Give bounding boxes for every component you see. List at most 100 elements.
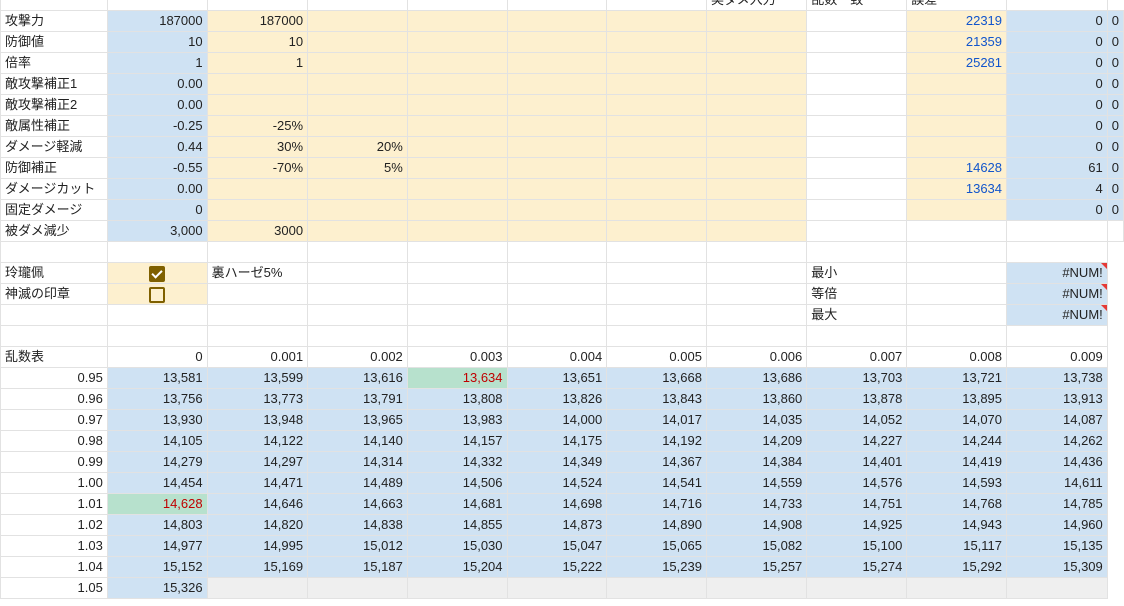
error-value[interactable]: 0 bbox=[1106, 178, 1124, 200]
rand-col-header[interactable]: 0.007 bbox=[806, 346, 908, 368]
empty-cell[interactable] bbox=[806, 220, 908, 242]
empty-cell[interactable] bbox=[806, 241, 908, 263]
rand-cell[interactable]: 15,047 bbox=[506, 535, 608, 557]
rand-cell[interactable]: 15,082 bbox=[705, 535, 808, 557]
rand-cell[interactable]: 13,616 bbox=[307, 367, 408, 389]
rand-cell[interactable]: 14,611 bbox=[1006, 472, 1108, 494]
empty-cell[interactable] bbox=[705, 262, 808, 284]
rand-col-header[interactable]: 0 bbox=[106, 346, 208, 368]
rand-cell[interactable]: 14,855 bbox=[406, 514, 508, 536]
param-label[interactable]: 攻撃力 bbox=[0, 10, 108, 32]
empty-cell[interactable] bbox=[506, 10, 608, 32]
empty-cell[interactable] bbox=[506, 178, 608, 200]
empty-cell[interactable] bbox=[307, 325, 408, 347]
param-input[interactable]: 187000 bbox=[206, 10, 309, 32]
rand-cell[interactable]: 14,506 bbox=[406, 472, 508, 494]
rand-cell[interactable]: 14,122 bbox=[206, 430, 309, 452]
empty-cell[interactable] bbox=[106, 325, 208, 347]
param-input-2[interactable] bbox=[307, 178, 408, 200]
option-checkbox-cell[interactable] bbox=[106, 283, 208, 305]
param-label[interactable]: 被ダメ減少 bbox=[0, 220, 108, 242]
rand-cell[interactable]: 13,843 bbox=[606, 388, 707, 410]
rand-cell[interactable]: 14,751 bbox=[806, 493, 908, 515]
rand-cell[interactable]: 14,977 bbox=[106, 535, 208, 557]
stat-label[interactable]: 最小 bbox=[806, 262, 908, 284]
rand-row-key[interactable]: 0.99 bbox=[0, 451, 108, 473]
param-input-2[interactable] bbox=[307, 199, 408, 221]
rand-col-header[interactable]: 0.009 bbox=[1006, 346, 1108, 368]
rand-cell[interactable] bbox=[506, 577, 608, 599]
rand-cell[interactable]: 13,703 bbox=[806, 367, 908, 389]
error-value[interactable]: 0 bbox=[1106, 199, 1124, 221]
param-value[interactable]: 0.00 bbox=[106, 94, 208, 116]
rand-cell[interactable]: 14,559 bbox=[705, 472, 808, 494]
empty-cell[interactable] bbox=[106, 241, 208, 263]
rand-cell[interactable]: 13,581 bbox=[106, 367, 208, 389]
empty-cell[interactable] bbox=[705, 304, 808, 326]
error-value[interactable]: 0 bbox=[1106, 73, 1124, 95]
rand-cell[interactable]: 14,087 bbox=[1006, 409, 1108, 431]
rand-col-header[interactable]: 0.008 bbox=[906, 346, 1008, 368]
rand-cell[interactable]: 14,209 bbox=[705, 430, 808, 452]
param-label[interactable]: 敵属性補正 bbox=[0, 115, 108, 137]
empty-cell[interactable] bbox=[406, 31, 508, 53]
empty-cell[interactable] bbox=[906, 262, 1008, 284]
header-real-damage[interactable]: 実ダメ入力 bbox=[705, 0, 808, 11]
rand-cell[interactable]: 14,593 bbox=[906, 472, 1008, 494]
rand-cell-highlighted[interactable]: 13,634 bbox=[406, 367, 508, 389]
rand-cell[interactable]: 13,878 bbox=[806, 388, 908, 410]
param-value[interactable]: 0.00 bbox=[106, 73, 208, 95]
param-label[interactable]: ダメージカット bbox=[0, 178, 108, 200]
rand-cell[interactable]: 14,803 bbox=[106, 514, 208, 536]
rand-cell[interactable]: 14,000 bbox=[506, 409, 608, 431]
rand-cell[interactable]: 13,895 bbox=[906, 388, 1008, 410]
stat-value[interactable]: #NUM! bbox=[1006, 262, 1108, 284]
empty-cell[interactable] bbox=[606, 52, 707, 74]
rand-cell[interactable]: 13,913 bbox=[1006, 388, 1108, 410]
header-rand-match[interactable]: 乱数一致 bbox=[806, 0, 908, 11]
empty-cell[interactable] bbox=[705, 157, 808, 179]
rand-match-value[interactable]: 0 bbox=[1006, 136, 1108, 158]
empty-cell[interactable] bbox=[406, 304, 508, 326]
empty-cell[interactable] bbox=[406, 178, 508, 200]
rand-cell[interactable]: 13,721 bbox=[906, 367, 1008, 389]
param-input[interactable] bbox=[206, 199, 309, 221]
param-input[interactable] bbox=[206, 178, 309, 200]
rand-cell[interactable]: 15,309 bbox=[1006, 556, 1108, 578]
empty-cell[interactable] bbox=[705, 94, 808, 116]
rand-cell[interactable]: 14,925 bbox=[806, 514, 908, 536]
empty-cell[interactable] bbox=[506, 157, 608, 179]
rand-match-value[interactable]: 0 bbox=[1006, 199, 1108, 221]
rand-cell[interactable]: 15,187 bbox=[307, 556, 408, 578]
empty-cell[interactable] bbox=[1006, 325, 1108, 347]
empty-cell[interactable] bbox=[606, 199, 707, 221]
empty-cell[interactable] bbox=[906, 283, 1008, 305]
rand-cell[interactable]: 14,244 bbox=[906, 430, 1008, 452]
rand-cell[interactable]: 14,890 bbox=[606, 514, 707, 536]
empty-cell[interactable] bbox=[506, 199, 608, 221]
rand-col-header[interactable]: 0.001 bbox=[206, 346, 309, 368]
real-damage-input[interactable] bbox=[906, 136, 1008, 158]
rand-cell[interactable]: 14,349 bbox=[506, 451, 608, 473]
empty-cell[interactable] bbox=[406, 283, 508, 305]
rand-cell[interactable] bbox=[1006, 577, 1108, 599]
rand-cell[interactable]: 14,541 bbox=[606, 472, 707, 494]
empty-cell[interactable] bbox=[506, 262, 608, 284]
param-value[interactable]: -0.25 bbox=[106, 115, 208, 137]
empty-cell[interactable] bbox=[705, 199, 808, 221]
empty-cell[interactable] bbox=[307, 0, 408, 11]
empty-cell[interactable] bbox=[806, 157, 908, 179]
empty-cell[interactable] bbox=[606, 115, 707, 137]
rand-cell[interactable]: 15,065 bbox=[606, 535, 707, 557]
empty-cell[interactable] bbox=[606, 136, 707, 158]
rand-cell[interactable]: 14,297 bbox=[206, 451, 309, 473]
param-label[interactable]: 敵攻撃補正1 bbox=[0, 73, 108, 95]
empty-cell[interactable] bbox=[806, 136, 908, 158]
empty-cell[interactable] bbox=[1006, 241, 1108, 263]
rand-cell[interactable]: 13,965 bbox=[307, 409, 408, 431]
real-damage-input[interactable] bbox=[906, 94, 1008, 116]
rand-cell[interactable]: 14,576 bbox=[806, 472, 908, 494]
real-damage-input[interactable]: 25281 bbox=[906, 52, 1008, 74]
rand-cell[interactable]: 15,326 bbox=[106, 577, 208, 599]
header-error[interactable]: 誤差 bbox=[906, 0, 1008, 11]
